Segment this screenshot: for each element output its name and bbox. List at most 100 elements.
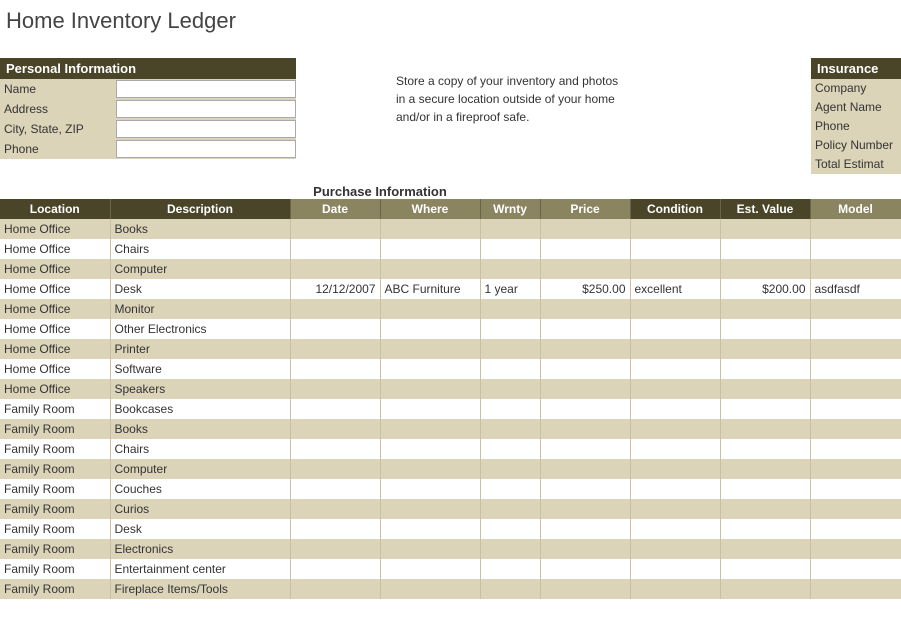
cell-condition[interactable] (630, 439, 720, 459)
cell-condition[interactable] (630, 339, 720, 359)
cell-description[interactable]: Fireplace Items/Tools (110, 579, 290, 599)
cell-description[interactable]: Desk (110, 519, 290, 539)
cell-model[interactable] (810, 479, 901, 499)
cell-description[interactable]: Chairs (110, 439, 290, 459)
cell-condition[interactable] (630, 359, 720, 379)
cell-model[interactable] (810, 499, 901, 519)
cell-condition[interactable] (630, 299, 720, 319)
cell-model[interactable] (810, 299, 901, 319)
cell-price[interactable] (540, 419, 630, 439)
cell-model[interactable] (810, 259, 901, 279)
cell-price[interactable] (540, 299, 630, 319)
cell-model[interactable] (810, 339, 901, 359)
cell-where[interactable] (380, 559, 480, 579)
cell-date[interactable] (290, 579, 380, 599)
cell-location[interactable]: Home Office (0, 299, 110, 319)
cell-condition[interactable] (630, 459, 720, 479)
cell-model[interactable] (810, 219, 901, 239)
cell-description[interactable]: Computer (110, 259, 290, 279)
cell-condition[interactable] (630, 499, 720, 519)
cell-price[interactable] (540, 239, 630, 259)
cell-date[interactable] (290, 339, 380, 359)
cell-wrnty[interactable] (480, 559, 540, 579)
cell-wrnty[interactable] (480, 519, 540, 539)
cell-wrnty[interactable] (480, 479, 540, 499)
cell-est_value[interactable] (720, 219, 810, 239)
cell-price[interactable] (540, 459, 630, 479)
cell-location[interactable]: Family Room (0, 459, 110, 479)
cell-date[interactable] (290, 399, 380, 419)
cell-where[interactable] (380, 439, 480, 459)
cell-description[interactable]: Monitor (110, 299, 290, 319)
cell-date[interactable] (290, 359, 380, 379)
cell-where[interactable] (380, 299, 480, 319)
cell-where[interactable] (380, 539, 480, 559)
cell-date[interactable] (290, 439, 380, 459)
cell-est_value[interactable] (720, 299, 810, 319)
cell-wrnty[interactable] (480, 399, 540, 419)
cell-location[interactable]: Home Office (0, 239, 110, 259)
cell-location[interactable]: Home Office (0, 379, 110, 399)
cell-model[interactable] (810, 539, 901, 559)
cell-condition[interactable] (630, 519, 720, 539)
cell-date[interactable] (290, 499, 380, 519)
cell-location[interactable]: Family Room (0, 399, 110, 419)
personal-field-input[interactable] (116, 140, 296, 158)
cell-condition[interactable] (630, 419, 720, 439)
cell-location[interactable]: Home Office (0, 219, 110, 239)
cell-wrnty[interactable] (480, 419, 540, 439)
cell-where[interactable] (380, 579, 480, 599)
cell-model[interactable] (810, 439, 901, 459)
cell-price[interactable] (540, 339, 630, 359)
personal-field-input[interactable] (116, 120, 296, 138)
cell-location[interactable]: Family Room (0, 419, 110, 439)
cell-location[interactable]: Family Room (0, 519, 110, 539)
cell-where[interactable] (380, 219, 480, 239)
cell-where[interactable] (380, 399, 480, 419)
cell-wrnty[interactable] (480, 259, 540, 279)
cell-location[interactable]: Home Office (0, 259, 110, 279)
cell-price[interactable] (540, 579, 630, 599)
cell-location[interactable]: Home Office (0, 339, 110, 359)
cell-where[interactable] (380, 479, 480, 499)
cell-condition[interactable] (630, 539, 720, 559)
cell-est_value[interactable] (720, 499, 810, 519)
cell-wrnty[interactable] (480, 219, 540, 239)
cell-date[interactable] (290, 559, 380, 579)
cell-condition[interactable] (630, 379, 720, 399)
cell-description[interactable]: Other Electronics (110, 319, 290, 339)
cell-location[interactable]: Home Office (0, 319, 110, 339)
cell-price[interactable] (540, 219, 630, 239)
cell-description[interactable]: Books (110, 419, 290, 439)
cell-model[interactable] (810, 579, 901, 599)
cell-est_value[interactable] (720, 339, 810, 359)
personal-field-input[interactable] (116, 100, 296, 118)
cell-model[interactable] (810, 519, 901, 539)
cell-est_value[interactable] (720, 439, 810, 459)
cell-price[interactable] (540, 439, 630, 459)
cell-description[interactable]: Couches (110, 479, 290, 499)
cell-description[interactable]: Books (110, 219, 290, 239)
cell-est_value[interactable] (720, 239, 810, 259)
cell-where[interactable] (380, 379, 480, 399)
cell-location[interactable]: Home Office (0, 359, 110, 379)
cell-wrnty[interactable] (480, 319, 540, 339)
cell-wrnty[interactable] (480, 299, 540, 319)
cell-est_value[interactable] (720, 539, 810, 559)
cell-condition[interactable] (630, 239, 720, 259)
cell-description[interactable]: Printer (110, 339, 290, 359)
cell-wrnty[interactable] (480, 239, 540, 259)
cell-est_value[interactable] (720, 359, 810, 379)
cell-date[interactable] (290, 419, 380, 439)
cell-date[interactable] (290, 239, 380, 259)
cell-description[interactable]: Curios (110, 499, 290, 519)
cell-model[interactable] (810, 559, 901, 579)
cell-date[interactable] (290, 379, 380, 399)
cell-price[interactable] (540, 359, 630, 379)
cell-price[interactable] (540, 499, 630, 519)
cell-where[interactable] (380, 499, 480, 519)
cell-description[interactable]: Electronics (110, 539, 290, 559)
cell-condition[interactable] (630, 319, 720, 339)
cell-where[interactable] (380, 359, 480, 379)
cell-wrnty[interactable] (480, 579, 540, 599)
